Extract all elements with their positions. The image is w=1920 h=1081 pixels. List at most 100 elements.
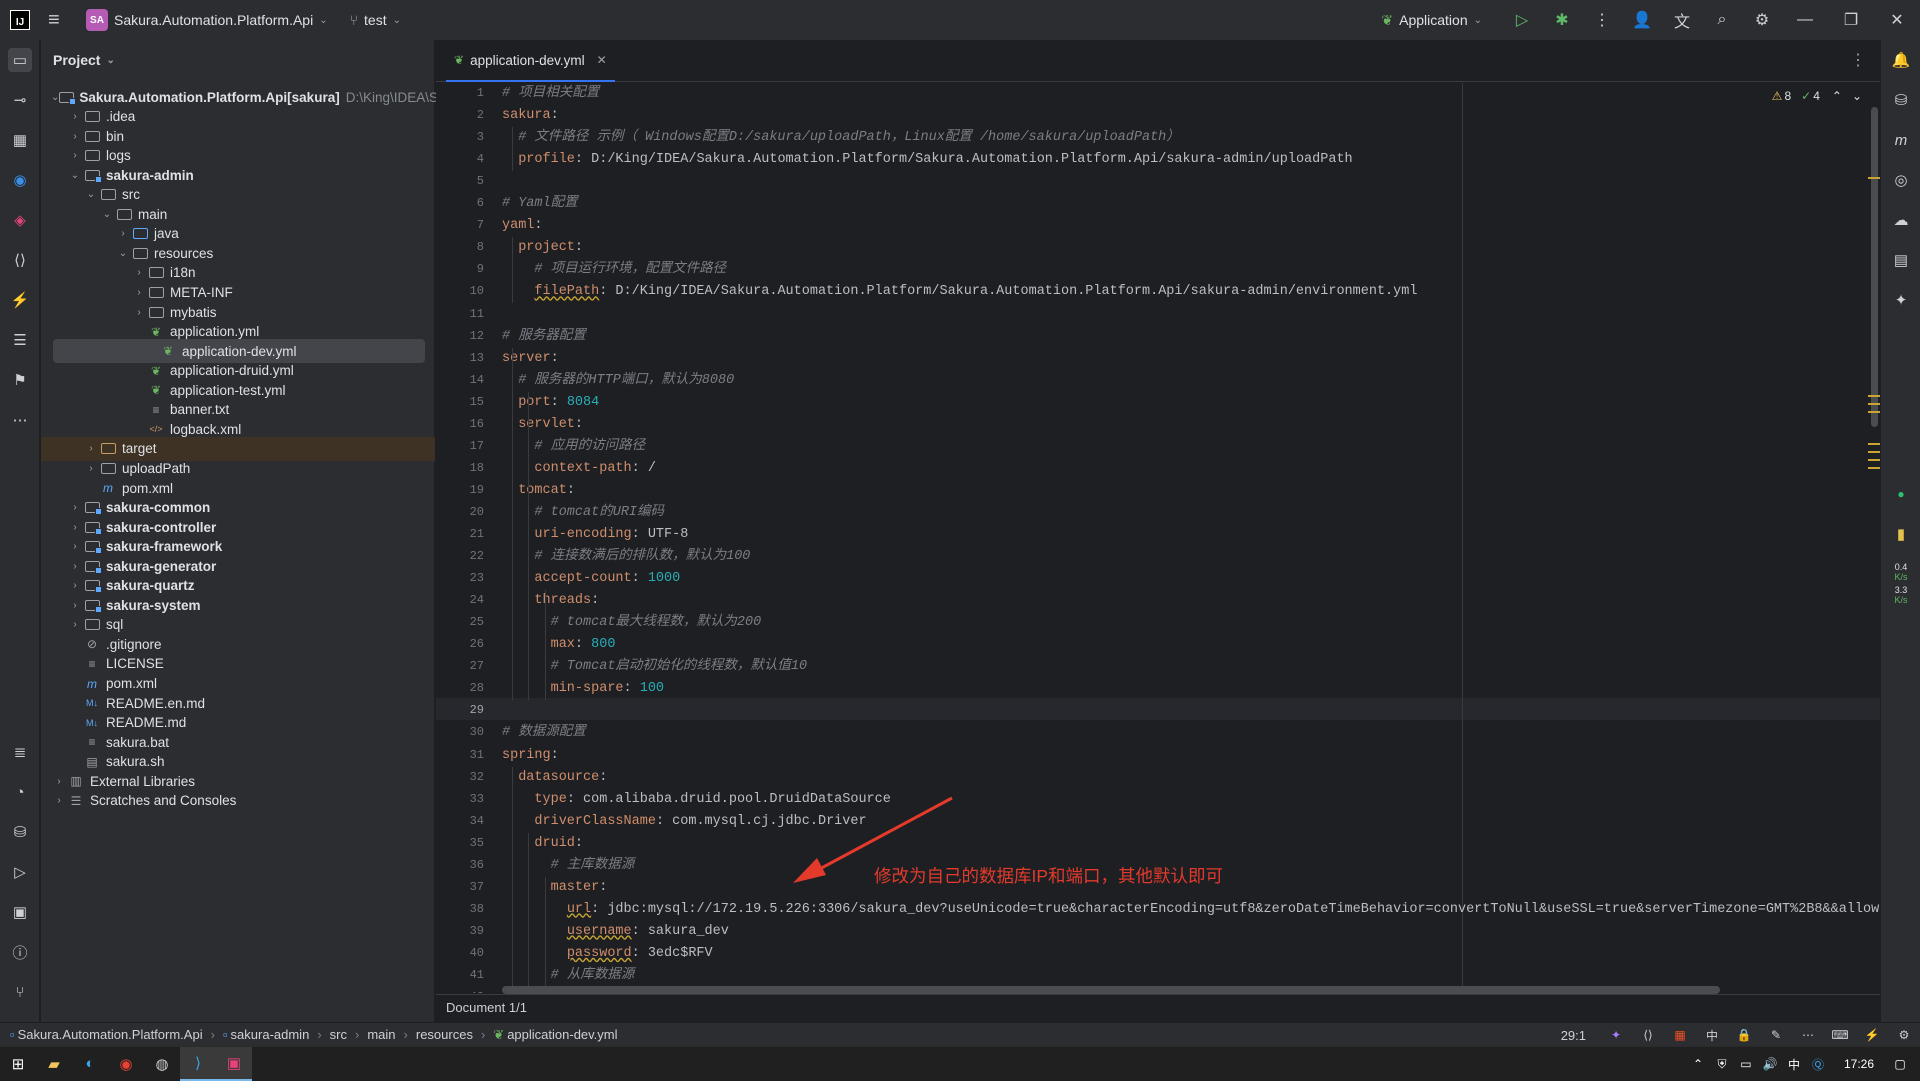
chevron-right-icon[interactable]: ›: [83, 443, 99, 454]
chrome-icon[interactable]: ◉: [108, 1047, 144, 1081]
vscode-icon[interactable]: ⟩: [180, 1046, 216, 1081]
caret-position[interactable]: 29:1: [1561, 1028, 1586, 1043]
ime-indicator[interactable]: 中: [1782, 1056, 1806, 1073]
more-actions-icon[interactable]: ⋮: [1582, 10, 1622, 30]
intellij-icon[interactable]: ▣: [216, 1046, 252, 1081]
profiler-icon[interactable]: ◔: [8, 780, 32, 804]
chat-plugin-icon[interactable]: ◉: [8, 168, 32, 192]
chevron-right-icon[interactable]: ›: [67, 600, 83, 611]
chevron-right-icon[interactable]: ›: [131, 287, 147, 298]
security-icon[interactable]: ⛨: [1710, 1057, 1734, 1072]
volume-icon[interactable]: 🔊: [1758, 1057, 1782, 1071]
maven-icon[interactable]: m: [1889, 128, 1913, 152]
chevron-right-icon[interactable]: ›: [67, 150, 83, 161]
breadcrumb-item[interactable]: application-dev.yml: [507, 1027, 617, 1042]
chevron-right-icon[interactable]: ›: [51, 795, 67, 806]
chevron-right-icon[interactable]: ›: [67, 561, 83, 572]
close-tab-icon[interactable]: ✕: [597, 53, 607, 67]
coverage-icon[interactable]: ◎: [1889, 168, 1913, 192]
chevron-right-icon[interactable]: ›: [67, 522, 83, 533]
chevron-down-icon[interactable]: ⌄: [83, 189, 99, 200]
breadcrumb-item[interactable]: main: [367, 1027, 395, 1042]
indent-icon[interactable]: ⋯: [1792, 1028, 1824, 1042]
minimize-icon[interactable]: —: [1782, 11, 1828, 29]
chevron-right-icon[interactable]: ›: [67, 619, 83, 630]
plugin-status-icon[interactable]: ✦: [1600, 1028, 1632, 1042]
editor-horizontal-scrollbar[interactable]: [502, 986, 1720, 994]
project-tool-icon[interactable]: ▭: [8, 48, 32, 72]
git-icon[interactable]: ⑂: [8, 980, 32, 1004]
input-language[interactable]: 中: [1696, 1027, 1728, 1044]
network-icon[interactable]: ▭: [1734, 1057, 1758, 1071]
readonly-icon[interactable]: 🔒: [1728, 1028, 1760, 1042]
todo-icon[interactable]: ≣: [8, 740, 32, 764]
app-icon[interactable]: ◍: [144, 1047, 180, 1081]
project-panel-header[interactable]: Project ⌄: [41, 40, 434, 80]
chevron-right-icon[interactable]: ›: [67, 541, 83, 552]
qq-icon[interactable]: Ⓠ: [1806, 1056, 1830, 1073]
debug-icon[interactable]: ✱: [1542, 10, 1582, 30]
chevron-right-icon[interactable]: ›: [51, 776, 67, 787]
more-tools-icon[interactable]: ⋯: [8, 408, 32, 432]
tree-item[interactable]: › ☰ Scratches and Consoles: [41, 789, 435, 813]
code-icon[interactable]: ⟨⟩: [1632, 1028, 1664, 1042]
start-icon[interactable]: ⊞: [0, 1047, 36, 1081]
chevron-right-icon[interactable]: ›: [67, 502, 83, 513]
project-switcher[interactable]: SA Sakura.Automation.Platform.Api ⌄: [86, 9, 328, 31]
chevron-right-icon[interactable]: ›: [131, 307, 147, 318]
chevron-down-icon[interactable]: ⌄: [115, 248, 131, 259]
run-tool-icon[interactable]: ▷: [8, 860, 32, 884]
bookmarks-icon[interactable]: ⚑: [8, 368, 32, 392]
todo-list-icon[interactable]: ☰: [8, 328, 32, 352]
main-menu-icon[interactable]: ≡: [48, 9, 68, 32]
search-icon[interactable]: ⌕: [1702, 11, 1742, 29]
ai-plugin-icon[interactable]: ◈: [8, 208, 32, 232]
database-icon[interactable]: ⛁: [1889, 88, 1913, 112]
restore-icon[interactable]: ❐: [1828, 10, 1874, 30]
translate-icon[interactable]: 文: [1662, 8, 1702, 32]
ai-assistant-icon[interactable]: ✦: [1889, 288, 1913, 312]
tab-application-dev-yml[interactable]: ❦ application-dev.yml ✕: [446, 40, 615, 82]
structure-icon[interactable]: ▦: [8, 128, 32, 152]
power-icon[interactable]: ⚡: [1856, 1028, 1888, 1042]
breadcrumb-item[interactable]: resources: [416, 1027, 473, 1042]
database-tool-icon[interactable]: ⛁: [8, 820, 32, 844]
file-explorer-icon[interactable]: ▰: [36, 1047, 72, 1081]
close-window-icon[interactable]: ✕: [1874, 10, 1920, 30]
terminal-icon[interactable]: ▣: [8, 900, 32, 924]
translation-icon[interactable]: ▤: [1889, 248, 1913, 272]
problems-icon[interactable]: ⓘ: [8, 940, 32, 964]
notifications-icon[interactable]: 🔔: [1889, 48, 1913, 72]
breadcrumb-item[interactable]: sakura-admin: [231, 1027, 310, 1042]
notification-center-icon[interactable]: ▢: [1888, 1057, 1912, 1071]
endpoints-icon[interactable]: ⟨⟩: [8, 248, 32, 272]
breadcrumb-item[interactable]: src: [330, 1027, 347, 1042]
chevron-down-icon[interactable]: ⌄: [51, 92, 59, 103]
chevron-right-icon[interactable]: ›: [115, 228, 131, 239]
chevron-down-icon[interactable]: ⌄: [67, 170, 83, 181]
edit-icon[interactable]: ✎: [1760, 1028, 1792, 1042]
edge-icon[interactable]: ◐: [72, 1047, 108, 1081]
chevron-right-icon[interactable]: ›: [67, 580, 83, 591]
chevron-right-icon[interactable]: ›: [131, 267, 147, 278]
copilot-icon[interactable]: ☁: [1889, 208, 1913, 232]
chevron-right-icon[interactable]: ›: [67, 111, 83, 122]
chevron-down-icon[interactable]: ⌄: [99, 209, 115, 220]
clock[interactable]: 17:26: [1844, 1057, 1874, 1071]
services-icon[interactable]: ⚡: [8, 288, 32, 312]
branch-switcher[interactable]: ⑂ test ⌄: [350, 12, 401, 28]
run-icon[interactable]: ▷: [1502, 10, 1542, 30]
gear-icon[interactable]: ⚙: [1888, 1028, 1920, 1042]
tray-expand-icon[interactable]: ⌃: [1686, 1057, 1710, 1071]
run-config-selector[interactable]: ❦ Application ⌄: [1381, 12, 1482, 29]
chevron-right-icon[interactable]: ›: [67, 131, 83, 142]
code-editor[interactable]: 1 2 3 4 5 6 7 8 9 10 11 12 13 14 15 16 17 18 19 20 21 22 23 24 2…: [436, 83, 1880, 993]
windows-icon[interactable]: ▦: [1664, 1028, 1696, 1042]
commit-icon[interactable]: ⊸: [8, 88, 32, 112]
tab-options-icon[interactable]: ⋮: [1850, 50, 1866, 70]
keyboard-icon[interactable]: ⌨: [1824, 1028, 1856, 1042]
breadcrumb-item[interactable]: Sakura.Automation.Platform.Api: [18, 1027, 203, 1042]
chevron-right-icon[interactable]: ›: [83, 463, 99, 474]
intellij-logo-icon[interactable]: IJ: [10, 10, 30, 30]
settings-icon[interactable]: ⚙: [1742, 10, 1782, 30]
